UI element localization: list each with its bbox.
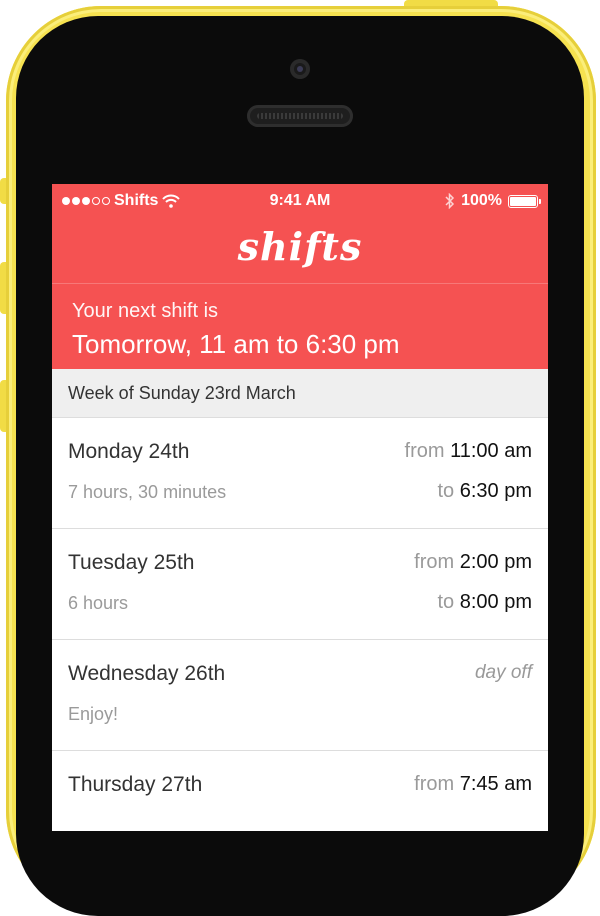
shift-note: Enjoy! (68, 704, 119, 724)
bluetooth-icon (445, 193, 455, 209)
app-screen: Shifts 9:41 AM 100% shifts Your next shi… (52, 184, 548, 831)
shift-row[interactable]: Monday 24th 7 hours, 30 minutes from 11:… (52, 418, 548, 529)
shift-day: Thursday 27th (68, 773, 203, 796)
logo-bar: shifts (52, 217, 548, 284)
next-shift-label: Your next shift is (72, 300, 219, 322)
start-time: 11:00 am (450, 440, 532, 462)
start-time: 2:00 pm (459, 551, 532, 573)
shift-row[interactable]: Wednesday 26th Enjoy! day off (52, 640, 548, 751)
battery-percentage: 100% (461, 192, 502, 209)
shift-day: Monday 24th (68, 440, 190, 463)
day-off-label: day off (474, 662, 532, 683)
battery-icon (508, 194, 541, 208)
to-label: to (437, 480, 455, 502)
from-label: from (414, 551, 455, 573)
from-label: from (414, 773, 455, 795)
shift-row[interactable]: Tuesday 25th 6 hours from 2:00 pm to 8:0… (52, 529, 548, 640)
end-time: 6:30 pm (459, 480, 532, 502)
status-right: 100% (445, 192, 541, 210)
end-time: 8:00 pm (459, 591, 532, 613)
shift-end: to 6:30 pm (437, 480, 532, 503)
next-shift-banner: Your next shift is Tomorrow, 11 am to 6:… (52, 284, 548, 369)
from-label: from (404, 440, 445, 462)
app-header: Shifts 9:41 AM 100% shifts Your next shi… (52, 184, 548, 369)
shift-end: to 8:00 pm (437, 591, 532, 614)
front-camera (290, 59, 310, 79)
shift-duration: 7 hours, 30 minutes (68, 482, 227, 502)
shift-start: from 2:00 pm (414, 551, 532, 574)
shift-start: from 7:45 am (414, 773, 532, 796)
status-bar: Shifts 9:41 AM 100% (52, 184, 548, 217)
shift-duration: 6 hours (68, 593, 129, 613)
shift-day: Wednesday 26th (68, 662, 226, 685)
app-logo: shifts (237, 224, 363, 269)
shift-start: from 11:00 am (405, 440, 532, 463)
next-shift-value: Tomorrow, 11 am to 6:30 pm (72, 329, 400, 359)
start-time: 7:45 am (459, 773, 532, 795)
earpiece-speaker (247, 105, 353, 127)
shift-day: Tuesday 25th (68, 551, 195, 574)
shift-row[interactable]: Thursday 27th from 7:45 am (52, 751, 548, 831)
week-header: Week of Sunday 23rd March (52, 369, 548, 418)
to-label: to (437, 591, 455, 613)
